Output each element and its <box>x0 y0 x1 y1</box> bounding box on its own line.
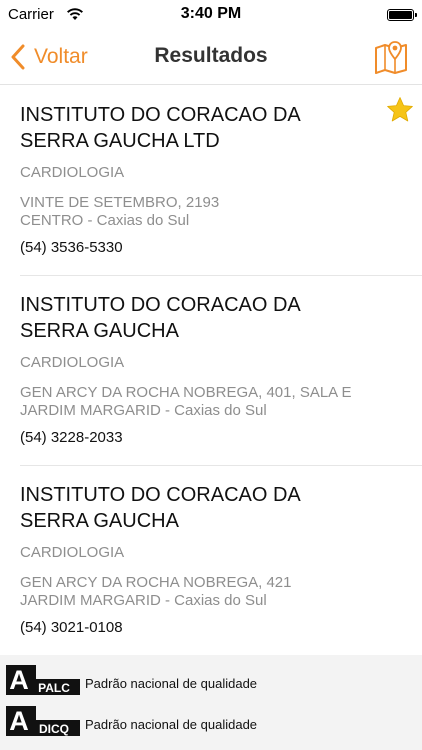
result-phone[interactable]: (54) 3536-5330 <box>20 239 123 256</box>
result-name: INSTITUTO DO CORACAO DA SERRA GAUCHA <box>20 294 300 342</box>
battery-icon <box>387 9 417 21</box>
result-address: VINTE DE SETEMBRO, 2193 CENTRO - Caxias … <box>20 194 219 230</box>
result-phone[interactable]: (54) 3021-0108 <box>20 619 123 636</box>
result-name: INSTITUTO DO CORACAO DA SERRA GAUCHA LTD <box>20 104 300 152</box>
list-item[interactable]: INSTITUTO DO CORACAO DA SERRA GAUCHA CAR… <box>20 276 422 466</box>
address-line: GEN ARCY DA ROCHA NOBREGA, 401, SALA E <box>20 384 352 401</box>
legend-text: Padrão nacional de qualidade <box>85 717 258 732</box>
result-name: INSTITUTO DO CORACAO DA SERRA GAUCHA <box>20 484 300 532</box>
badge-code: DICQ <box>39 722 69 736</box>
nav-bar: Voltar Resultados <box>0 30 422 85</box>
address-line: VINTE DE SETEMBRO, 2193 <box>20 194 220 211</box>
badge-letter: A <box>9 665 29 695</box>
list-item[interactable]: INSTITUTO DO CORACAO DA SERRA GAUCHA CAR… <box>20 466 422 656</box>
star-icon[interactable] <box>386 96 414 124</box>
palc-badge-icon: A PALC <box>6 665 80 695</box>
badge-code: PALC <box>38 681 70 695</box>
legend-text: Padrão nacional de qualidade <box>85 676 258 691</box>
result-specialty: CARDIOLOGIA <box>20 354 125 371</box>
result-address: GEN ARCY DA ROCHA NOBREGA, 421 JARDIM MA… <box>20 574 291 610</box>
result-phone[interactable]: (54) 3228-2033 <box>20 429 123 446</box>
legend-row-dicq: A DICQ Padrão nacional de qualidade <box>0 698 422 738</box>
dicq-badge-icon: A DICQ <box>6 706 80 736</box>
map-icon[interactable] <box>374 40 408 74</box>
legend-row-palc: A PALC Padrão nacional de qualidade <box>0 657 422 697</box>
quality-legend: A PALC Padrão nacional de qualidade A DI… <box>0 655 422 750</box>
result-specialty: CARDIOLOGIA <box>20 544 125 561</box>
address-line: JARDIM MARGARID - Caxias do Sul <box>20 402 267 419</box>
list-item[interactable]: INSTITUTO DO CORACAO DA SERRA GAUCHA LTD… <box>20 86 422 276</box>
address-line: CENTRO - Caxias do Sul <box>20 212 190 229</box>
address-line: GEN ARCY DA ROCHA NOBREGA, 421 <box>20 574 292 591</box>
status-bar: Carrier 3:40 PM <box>0 0 422 30</box>
results-list: INSTITUTO DO CORACAO DA SERRA GAUCHA LTD… <box>0 86 422 656</box>
status-time: 3:40 PM <box>180 5 242 22</box>
result-address: GEN ARCY DA ROCHA NOBREGA, 401, SALA E J… <box>20 384 352 420</box>
page-title: Resultados <box>154 44 268 67</box>
screen: Carrier 3:40 PM Voltar Resultados INSTIT… <box>0 0 422 750</box>
badge-letter: A <box>9 706 29 736</box>
address-line: JARDIM MARGARID - Caxias do Sul <box>20 592 267 609</box>
result-specialty: CARDIOLOGIA <box>20 164 125 181</box>
